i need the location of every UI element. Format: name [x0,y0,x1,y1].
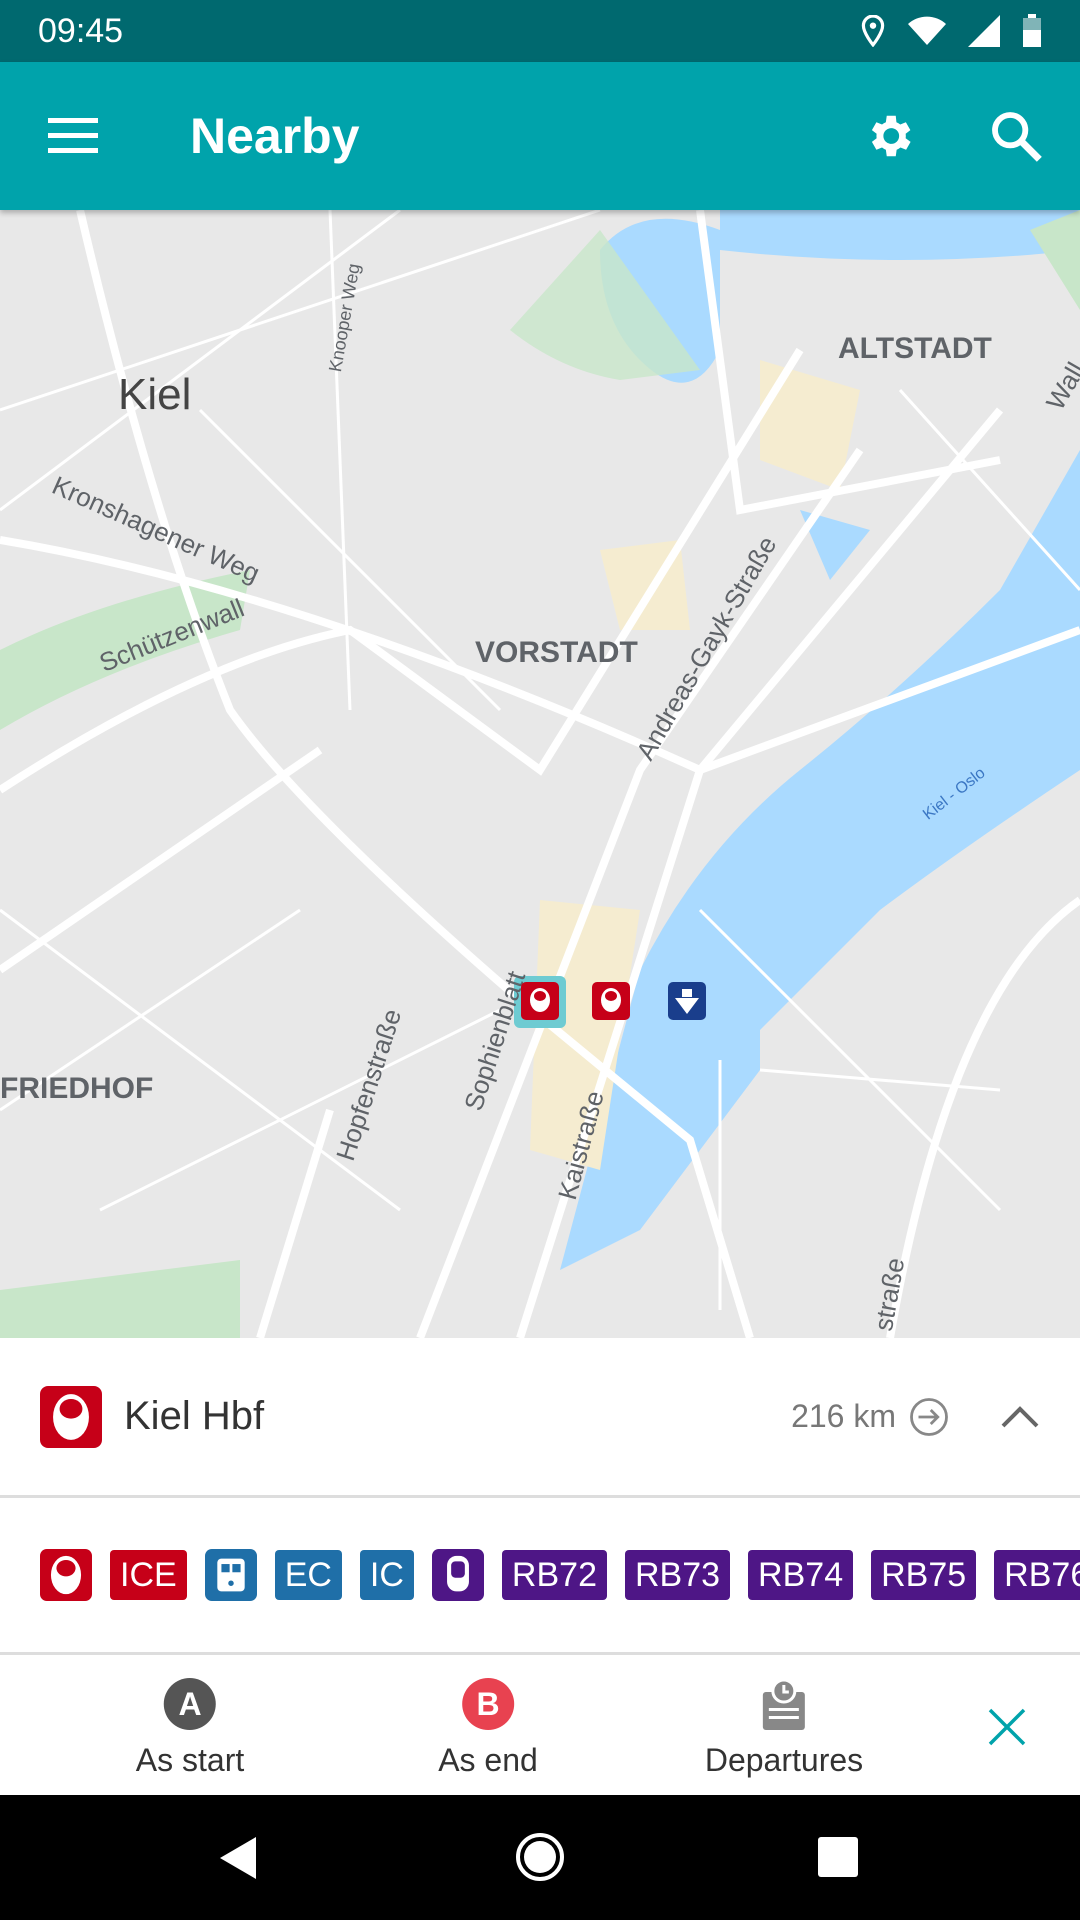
b-marker-icon: B [462,1678,514,1730]
ferry-marker[interactable] [668,982,706,1020]
product-chip: RB76 [994,1550,1080,1600]
departures-label: Departures [704,1742,864,1778]
product-chip: RB74 [748,1550,854,1600]
app-bar: Nearby [0,62,1080,210]
departures-button[interactable]: Departures [705,1678,863,1779]
regional-train-icon [204,1549,257,1601]
product-chip: ICE [110,1550,187,1600]
db-train-icon [40,1385,102,1448]
close-icon[interactable] [988,1708,1026,1746]
product-chip: EC [274,1550,342,1600]
recents-icon[interactable] [818,1837,858,1877]
system-nav-bar [0,1795,1080,1920]
search-icon[interactable] [988,108,1044,164]
clock: 09:45 [38,11,124,50]
db-station-marker[interactable] [592,982,630,1020]
product-list: ICE EC IC RB72 RB73 RB74 RB75 RB76 [0,1498,1080,1655]
station-name: Kiel Hbf [124,1394,265,1438]
product-chip: IC [359,1550,414,1600]
station-header[interactable]: Kiel Hbf 216 km [0,1338,1080,1498]
chevron-up-icon[interactable] [1000,1404,1040,1430]
signal-icon [968,15,1000,47]
direction-icon[interactable] [908,1396,950,1438]
station-distance: 216 km [791,1398,896,1434]
as-end-button[interactable]: B As end [438,1678,538,1779]
db-station-marker[interactable] [521,982,559,1020]
map-label: ALTSTADT [838,332,992,365]
a-marker-icon: A [164,1678,216,1730]
menu-icon[interactable] [48,118,98,154]
back-icon[interactable] [218,1835,258,1881]
as-start-label: As start [135,1742,245,1778]
departures-icon [762,1678,805,1730]
wifi-icon [908,16,946,45]
map-label: VORSTADT [475,636,638,669]
map-label: FRIEDHOF [0,1072,154,1105]
db-train-icon [40,1549,92,1601]
product-chip: RB72 [501,1550,607,1600]
product-chip: RB73 [624,1550,731,1600]
gear-icon[interactable] [862,109,916,163]
battery-icon [1023,14,1041,47]
home-icon[interactable] [514,1831,566,1883]
product-chip: RB75 [871,1550,977,1600]
as-end-label: As end [438,1742,538,1778]
map-label: Kiel [118,370,192,419]
action-bar: A As start B As end Departures [0,1658,1080,1795]
map-view[interactable]: Kiel Kronshagener Weg Knooper Weg ALTSTA… [0,210,1080,1338]
as-start-button[interactable]: A As start [136,1678,244,1779]
page-title: Nearby [190,108,360,164]
local-train-icon [431,1549,484,1601]
location-icon [861,15,885,47]
status-bar: 09:45 [0,0,1080,62]
